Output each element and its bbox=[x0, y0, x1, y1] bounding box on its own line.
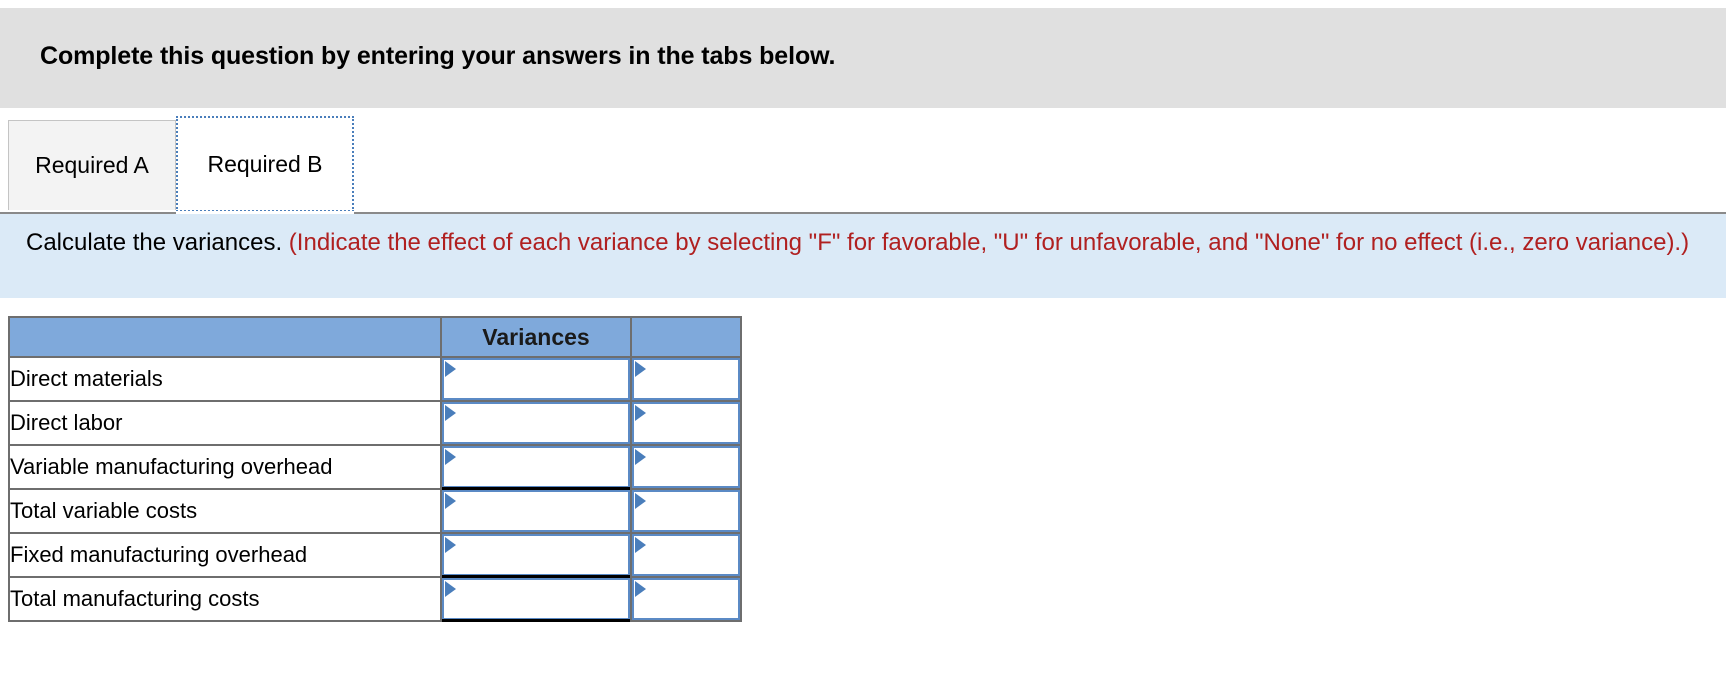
cell-marker-triangle-icon bbox=[445, 493, 456, 509]
header-effect-column bbox=[630, 316, 742, 358]
row-label: Total variable costs bbox=[8, 488, 442, 534]
row-label: Total manufacturing costs bbox=[8, 576, 442, 622]
variance-value bbox=[460, 360, 622, 398]
variance-input[interactable] bbox=[442, 358, 630, 400]
effect-value bbox=[650, 448, 732, 486]
effect-value bbox=[650, 536, 732, 574]
table-row: Variable manufacturing overhead bbox=[8, 444, 742, 490]
cell-variance bbox=[441, 532, 632, 578]
cell-effect bbox=[631, 532, 742, 578]
cell-effect bbox=[631, 356, 742, 402]
cell-effect bbox=[631, 400, 742, 446]
variance-input[interactable] bbox=[442, 534, 630, 578]
cell-marker-triangle-icon bbox=[635, 493, 646, 509]
variance-value bbox=[460, 404, 622, 442]
cell-marker-triangle-icon bbox=[635, 361, 646, 377]
table-body: Direct materials Direct labor Variable man… bbox=[8, 356, 742, 622]
cell-marker-triangle-icon bbox=[635, 449, 646, 465]
tab-required-b-label: Required B bbox=[207, 150, 323, 177]
variance-input[interactable] bbox=[442, 446, 630, 490]
cell-marker-triangle-icon bbox=[635, 581, 646, 597]
effect-value bbox=[650, 404, 732, 442]
cell-marker-triangle-icon bbox=[635, 405, 646, 421]
table-row: Fixed manufacturing overhead bbox=[8, 532, 742, 578]
instruction-banner: Calculate the variances. (Indicate the e… bbox=[0, 214, 1726, 298]
table-header-row: Variances bbox=[8, 316, 742, 358]
variance-input[interactable] bbox=[442, 402, 630, 444]
instruction-bold-text: Calculate the variances. bbox=[26, 229, 283, 256]
effect-value bbox=[650, 580, 732, 618]
cell-effect bbox=[631, 444, 742, 490]
row-label: Direct labor bbox=[8, 400, 442, 446]
variance-value bbox=[460, 536, 622, 574]
row-label: Variable manufacturing overhead bbox=[8, 444, 442, 490]
cell-variance bbox=[441, 488, 632, 534]
cell-marker-triangle-icon bbox=[445, 361, 456, 377]
cell-marker-triangle-icon bbox=[445, 405, 456, 421]
tab-required-a-label: Required A bbox=[35, 152, 149, 178]
cell-marker-triangle-icon bbox=[635, 537, 646, 553]
effect-dropdown[interactable] bbox=[632, 446, 740, 488]
row-label: Fixed manufacturing overhead bbox=[8, 532, 442, 578]
tab-required-b[interactable]: Required B bbox=[176, 116, 354, 212]
table-row: Direct labor bbox=[8, 400, 742, 446]
cell-marker-triangle-icon bbox=[445, 449, 456, 465]
cell-variance bbox=[441, 400, 632, 446]
table-row: Total variable costs bbox=[8, 488, 742, 534]
question-banner: Complete this question by entering your … bbox=[0, 8, 1726, 108]
cell-marker-triangle-icon bbox=[445, 581, 456, 597]
tab-strip: Required A Required B bbox=[0, 116, 1726, 213]
instruction-text: Calculate the variances. (Indicate the e… bbox=[26, 228, 1700, 258]
header-variances: Variances bbox=[440, 316, 632, 358]
cell-variance bbox=[441, 356, 632, 402]
cell-effect bbox=[631, 488, 742, 534]
cell-effect bbox=[631, 576, 742, 622]
question-page: Complete this question by entering your … bbox=[0, 0, 1726, 696]
variance-value bbox=[460, 580, 622, 618]
table-row: Total manufacturing costs bbox=[8, 576, 742, 622]
variance-input[interactable] bbox=[442, 578, 630, 622]
variance-value bbox=[460, 448, 622, 486]
effect-value bbox=[650, 492, 732, 530]
variance-value bbox=[460, 492, 622, 530]
instruction-red-text: (Indicate the effect of each variance by… bbox=[282, 229, 1690, 256]
cell-marker-triangle-icon bbox=[445, 537, 456, 553]
row-label: Direct materials bbox=[8, 356, 442, 402]
effect-dropdown[interactable] bbox=[632, 490, 740, 532]
tab-required-a[interactable]: Required A bbox=[8, 120, 176, 210]
cell-variance bbox=[441, 576, 632, 622]
effect-dropdown[interactable] bbox=[632, 578, 740, 620]
page-title: Complete this question by entering your … bbox=[40, 42, 836, 70]
effect-dropdown[interactable] bbox=[632, 534, 740, 576]
effect-dropdown[interactable] bbox=[632, 402, 740, 444]
effect-value bbox=[650, 360, 732, 398]
variance-input[interactable] bbox=[442, 490, 630, 532]
effect-dropdown[interactable] bbox=[632, 358, 740, 400]
header-label-column bbox=[8, 316, 442, 358]
variances-table: Variances Direct materials Direct labor Va… bbox=[8, 316, 742, 622]
cell-variance bbox=[441, 444, 632, 490]
table-row: Direct materials bbox=[8, 356, 742, 402]
